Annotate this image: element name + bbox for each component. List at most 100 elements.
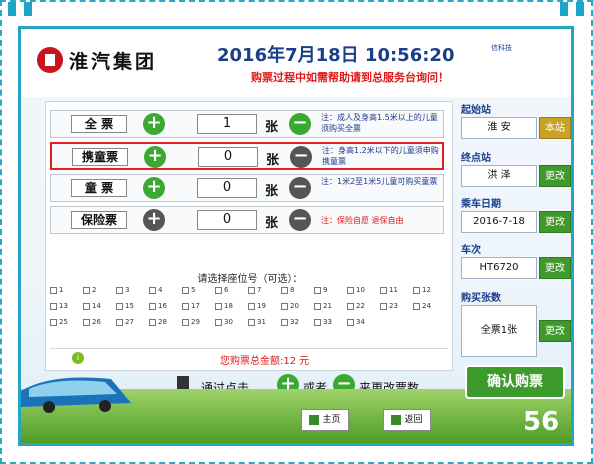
- quantity-field[interactable]: 0: [197, 178, 257, 198]
- change-date-button[interactable]: 更改: [539, 211, 571, 233]
- checkbox-icon: [182, 303, 189, 310]
- checkbox-icon: [248, 319, 255, 326]
- back-button[interactable]: 返回: [383, 409, 431, 431]
- decrease-button[interactable]: −: [289, 209, 311, 231]
- increase-button[interactable]: +: [143, 177, 165, 199]
- quantity-field[interactable]: 0: [197, 210, 257, 230]
- change-count-button[interactable]: 更改: [539, 320, 571, 342]
- seat-number: 11: [389, 286, 398, 294]
- checkbox-icon: [50, 319, 57, 326]
- bus-icon: [21, 377, 131, 413]
- seat-number: 6: [224, 286, 229, 294]
- seat-checkbox[interactable]: 16: [149, 302, 171, 312]
- seat-checkbox[interactable]: 12: [413, 286, 435, 296]
- checkbox-icon: [83, 287, 90, 294]
- back-label: 返回: [404, 415, 423, 425]
- seat-grid: 1 2 3 4 5 6 7 8 9 10 11 12 13 14 15 16 17 18 19 20 21 22 23 24 2…: [50, 286, 448, 338]
- increase-button[interactable]: +: [143, 209, 165, 231]
- seat-checkbox[interactable]: 18: [215, 302, 237, 312]
- seat-checkbox[interactable]: 21: [314, 302, 336, 312]
- seat-checkbox[interactable]: 10: [347, 286, 369, 296]
- home-button[interactable]: 主页: [301, 409, 349, 431]
- quantity-field[interactable]: 1: [197, 114, 257, 134]
- seat-checkbox[interactable]: 11: [380, 286, 402, 296]
- seat-checkbox[interactable]: 9: [314, 286, 336, 296]
- seat-checkbox[interactable]: 7: [248, 286, 270, 296]
- company-name: 淮汽集团: [69, 51, 158, 73]
- corner-marker: [8, 2, 16, 16]
- quantity-field[interactable]: 0: [198, 147, 258, 167]
- seat-checkbox[interactable]: 28: [149, 318, 171, 328]
- seat-number: 22: [356, 302, 365, 310]
- header: 淮汽集团 2016年7月18日 10:56:20 购票过程中如需帮助请到总服务台…: [21, 29, 571, 97]
- ticket-panel: 全 票 + 1 张 − 注：成人及身高1.5米以上的儿童须购买全票 携童票 + …: [45, 101, 453, 371]
- seat-number: 21: [323, 302, 332, 310]
- start-station-button[interactable]: 本站: [539, 117, 571, 139]
- checkbox-icon: [347, 303, 354, 310]
- count-label: 购买张数: [461, 293, 501, 304]
- seat-number: 18: [224, 302, 233, 310]
- seat-checkbox[interactable]: 27: [116, 318, 138, 328]
- seat-checkbox[interactable]: 32: [281, 318, 303, 328]
- ticket-note: 注：成人及身高1.5米以上的儿童须购买全票: [321, 113, 438, 133]
- date-label: 乘车日期: [461, 199, 501, 210]
- ticket-label: 童 票: [71, 179, 127, 197]
- seat-checkbox[interactable]: 31: [248, 318, 270, 328]
- seat-number: 4: [158, 286, 163, 294]
- seat-checkbox[interactable]: 8: [281, 286, 303, 296]
- seat-checkbox[interactable]: 15: [116, 302, 138, 312]
- checkbox-icon: [149, 303, 156, 310]
- decrease-button[interactable]: −: [290, 146, 312, 168]
- seat-checkbox[interactable]: 22: [347, 302, 369, 312]
- start-station-label: 起始站: [461, 105, 491, 116]
- seat-checkbox[interactable]: 1: [50, 286, 72, 296]
- datetime: 2016年7月18日 10:56:20: [217, 45, 455, 66]
- seat-checkbox[interactable]: 3: [116, 286, 138, 296]
- train-label: 车次: [461, 245, 481, 256]
- seat-checkbox[interactable]: 4: [149, 286, 171, 296]
- help-notice: 购票过程中如需帮助请到总服务台询问！: [251, 71, 449, 84]
- seat-checkbox[interactable]: 14: [83, 302, 105, 312]
- home-icon: [309, 414, 320, 425]
- seat-checkbox[interactable]: 2: [83, 286, 105, 296]
- seat-checkbox[interactable]: 29: [182, 318, 204, 328]
- seat-checkbox[interactable]: 26: [83, 318, 105, 328]
- seat-checkbox[interactable]: 5: [182, 286, 204, 296]
- increase-button[interactable]: +: [143, 113, 165, 135]
- checkbox-icon: [314, 303, 321, 310]
- ticket-label: 保险票: [71, 211, 127, 229]
- checkbox-icon: [50, 287, 57, 294]
- checkbox-icon: [248, 303, 255, 310]
- seat-checkbox[interactable]: 6: [215, 286, 237, 296]
- seat-number: 9: [323, 286, 328, 294]
- seat-number: 31: [257, 318, 266, 326]
- change-end-station-button[interactable]: 更改: [539, 165, 571, 187]
- total-amount: 您购票总金额:12 元: [220, 356, 310, 367]
- checkbox-icon: [281, 319, 288, 326]
- seat-checkbox[interactable]: 19: [248, 302, 270, 312]
- seat-checkbox[interactable]: 34: [347, 318, 369, 328]
- date-value: 2016-7-18: [461, 211, 537, 233]
- seat-number: 10: [356, 286, 365, 294]
- decrease-button[interactable]: −: [289, 177, 311, 199]
- change-train-button[interactable]: 更改: [539, 257, 571, 279]
- checkbox-icon: [149, 319, 156, 326]
- seat-checkbox[interactable]: 20: [281, 302, 303, 312]
- seat-checkbox[interactable]: 23: [380, 302, 402, 312]
- seat-checkbox[interactable]: 17: [182, 302, 204, 312]
- seat-number: 3: [125, 286, 130, 294]
- seat-checkbox[interactable]: 24: [413, 302, 435, 312]
- kiosk-screen: 淮汽集团 2016年7月18日 10:56:20 购票过程中如需帮助请到总服务台…: [18, 26, 574, 446]
- seat-checkbox[interactable]: 30: [215, 318, 237, 328]
- increase-button[interactable]: +: [144, 146, 166, 168]
- confirm-purchase-button[interactable]: 确认购票: [465, 365, 565, 399]
- seat-number: 29: [191, 318, 200, 326]
- train-value: HT6720: [461, 257, 537, 279]
- seat-checkbox[interactable]: 25: [50, 318, 72, 328]
- decrease-button[interactable]: −: [289, 113, 311, 135]
- seat-checkbox[interactable]: 13: [50, 302, 72, 312]
- seat-checkbox[interactable]: 33: [314, 318, 336, 328]
- unit-label: 张: [265, 216, 279, 231]
- corner-marker: [576, 2, 584, 16]
- corp-logo: 信科技: [491, 44, 512, 52]
